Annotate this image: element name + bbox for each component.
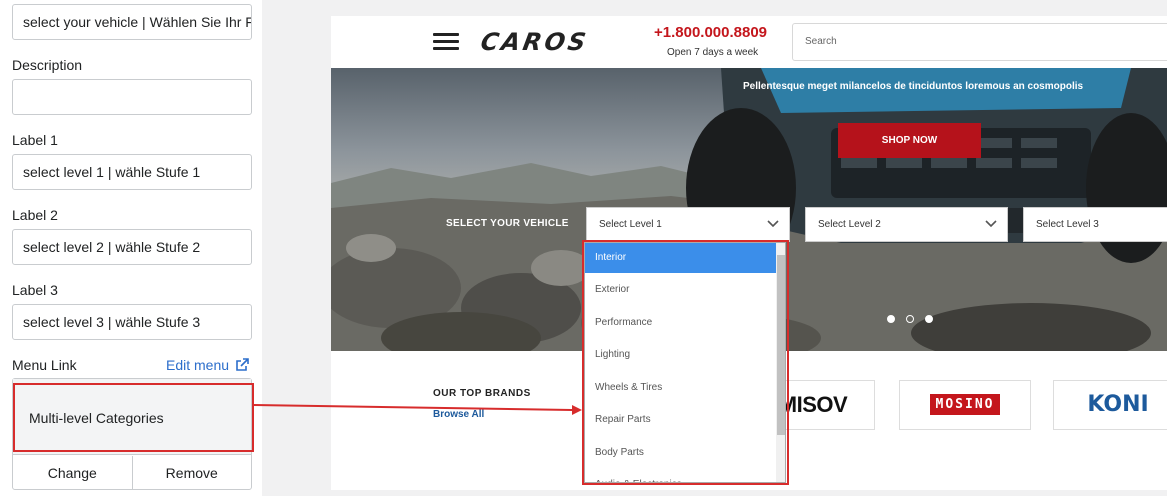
hamburger-menu-icon[interactable] xyxy=(433,33,459,51)
select-level-1-value: Select Level 1 xyxy=(599,219,662,230)
title-field[interactable]: select your vehicle | Wählen Sie Ihr Fah… xyxy=(12,4,252,40)
remove-button[interactable]: Remove xyxy=(131,456,252,490)
shop-now-button[interactable]: SHOP NOW xyxy=(838,123,981,158)
external-link-icon xyxy=(236,358,249,371)
brand-mosino-logo: MOSINO xyxy=(929,394,1001,415)
slider-dots xyxy=(887,315,933,323)
label2-field[interactable]: select level 2 | wähle Stufe 2 xyxy=(12,229,252,265)
highlight-box-menu xyxy=(13,383,254,452)
brand-koni-logo: KONI xyxy=(1087,392,1149,417)
label2-label: Label 2 xyxy=(12,207,58,223)
select-level-1[interactable]: Select Level 1 xyxy=(586,207,790,242)
brands-title: OUR TOP BRANDS xyxy=(433,388,531,399)
menu-actions: Change Remove xyxy=(13,456,251,490)
browse-all-link[interactable]: Browse All xyxy=(433,409,484,420)
app-root: { "left_panel": { "title_value": "select… xyxy=(0,0,1167,496)
chevron-down-icon xyxy=(985,220,997,228)
site-logo[interactable]: CAROS xyxy=(479,28,591,56)
chevron-down-icon xyxy=(767,220,779,228)
hero-tagline: Pellentesque meget milancelos de tincidu… xyxy=(743,81,1084,92)
select-level-2[interactable]: Select Level 2 xyxy=(805,207,1008,242)
opening-hours: Open 7 days a week xyxy=(667,47,759,58)
description-field[interactable] xyxy=(12,79,252,115)
slider-dot-2[interactable] xyxy=(906,315,914,323)
select-level-3-value: Select Level 3 xyxy=(1036,219,1099,230)
label1-label: Label 1 xyxy=(12,132,58,148)
site-header: CAROS +1.800.000.8809 Open 7 days a week… xyxy=(331,16,1167,68)
brand-misov-logo: MISOV xyxy=(778,392,848,417)
menu-link-label: Menu Link xyxy=(12,357,77,373)
settings-panel: select your vehicle | Wählen Sie Ihr Fah… xyxy=(0,0,262,496)
slider-dot-3[interactable] xyxy=(925,315,933,323)
brand-card-koni[interactable]: KONI xyxy=(1053,380,1167,430)
highlight-box-dropdown xyxy=(582,240,789,485)
label3-field[interactable]: select level 3 | wähle Stufe 3 xyxy=(12,304,252,340)
phone-number[interactable]: +1.800.000.8809 xyxy=(654,24,767,41)
edit-menu-link[interactable]: Edit menu xyxy=(166,357,249,373)
description-label: Description xyxy=(12,57,83,73)
select-vehicle-label: SELECT YOUR VEHICLE xyxy=(446,218,569,229)
select-level-3[interactable]: Select Level 3 xyxy=(1023,207,1167,242)
search-input[interactable]: Search xyxy=(792,23,1167,61)
brand-card-mosino[interactable]: MOSINO xyxy=(899,380,1031,430)
select-level-2-value: Select Level 2 xyxy=(818,219,881,230)
label3-label: Label 3 xyxy=(12,282,58,298)
label1-field[interactable]: select level 1 | wähle Stufe 1 xyxy=(12,154,252,190)
change-button[interactable]: Change xyxy=(13,456,132,490)
edit-menu-label: Edit menu xyxy=(166,357,230,373)
slider-dot-1[interactable] xyxy=(887,315,895,323)
